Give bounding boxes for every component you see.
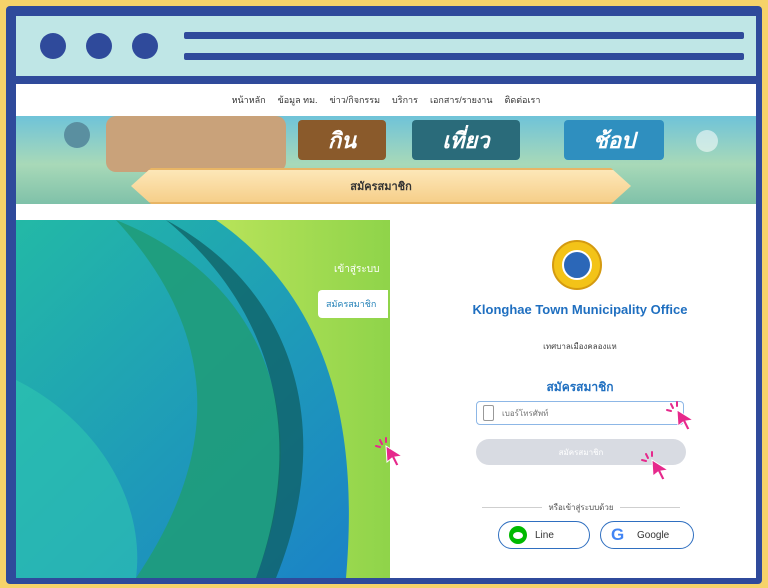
top-nav: หน้าหลัก ข้อมูล ทม. ข่าว/กิจกรรม บริการ … [16, 84, 756, 116]
register-form-panel: Klonghae Town Municipality Office เทศบาล… [390, 220, 756, 578]
divider-line [482, 506, 543, 508]
line-label: Line [535, 529, 554, 541]
nav-item-documents[interactable]: เอกสาร/รายงาน [430, 93, 493, 107]
pointer-cursor-icon [666, 401, 695, 431]
nav-item-info[interactable]: ข้อมูล ทม. [278, 93, 318, 107]
decor-bubble [64, 122, 90, 148]
pointer-cursor-icon [375, 437, 404, 467]
google-icon: G [611, 525, 625, 544]
phone-field[interactable] [476, 401, 684, 425]
org-name-en: Klonghae Town Municipality Office [472, 302, 688, 317]
nav-item-home[interactable]: หน้าหลัก [232, 93, 266, 107]
window-dot-icon[interactable] [132, 33, 158, 59]
nav-item-contact[interactable]: ติดต่อเรา [505, 93, 541, 107]
phone-icon [483, 405, 494, 421]
nav-item-services[interactable]: บริการ [392, 93, 418, 107]
pointer-cursor-icon [641, 451, 670, 481]
page-title-ribbon: สมัครสมาชิก [131, 168, 631, 204]
sign-shop: ช้อป [564, 120, 664, 160]
window-dot-icon[interactable] [86, 33, 112, 59]
decor-bubble [696, 130, 718, 152]
or-login-with-label: หรือเข้าสู่ระบบด้วย [548, 502, 614, 512]
page-viewport: หน้าหลัก ข้อมูล ทม. ข่าว/กิจกรรม บริการ … [16, 84, 756, 578]
nav-item-news[interactable]: ข่าว/กิจกรรม [330, 93, 381, 107]
municipality-seal-logo [552, 240, 602, 290]
people-photo [106, 116, 286, 172]
sign-travel: เที่ยว [412, 120, 520, 160]
sign-eat: กิน [298, 120, 386, 160]
header-banner: กิน เที่ยว ช้อป สมัครสมาชิก [16, 116, 756, 204]
line-icon [509, 526, 527, 544]
phone-input[interactable] [500, 407, 654, 419]
tab-register[interactable]: สมัครสมาชิก [318, 290, 388, 318]
google-label: Google [637, 529, 670, 541]
org-name-th: เทศบาลเมืองคลองแห [543, 342, 617, 351]
social-divider: หรือเข้าสู่ระบบด้วย [476, 501, 686, 513]
google-login-button[interactable]: G Google [600, 521, 694, 549]
divider-line [619, 506, 681, 508]
address-bar-line [184, 32, 744, 39]
line-login-button[interactable]: Line [498, 521, 590, 549]
browser-titlebar [16, 16, 756, 76]
form-title: สมัครสมาชิก [546, 380, 614, 394]
window-dot-icon[interactable] [40, 33, 66, 59]
tab-login[interactable]: เข้าสู่ระบบ [334, 262, 379, 277]
address-bar-line [184, 53, 744, 60]
